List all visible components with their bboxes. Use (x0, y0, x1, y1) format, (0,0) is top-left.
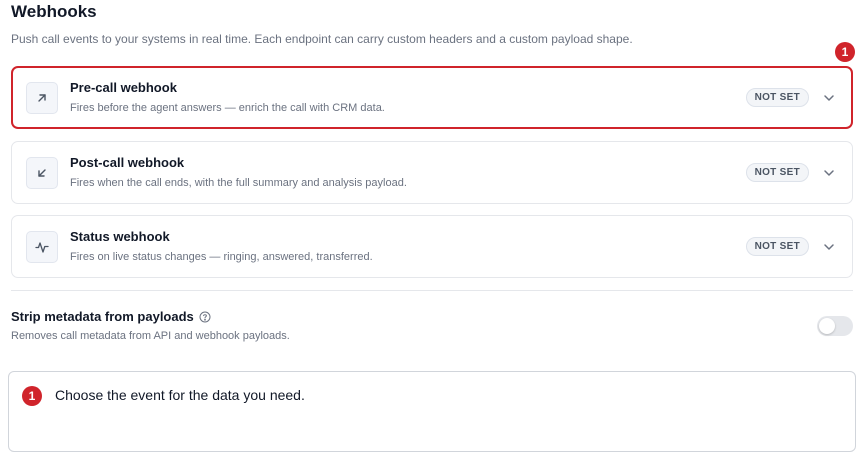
webhook-description: Fires when the call ends, with the full … (70, 177, 407, 189)
section-divider (11, 290, 853, 291)
annotation-callout: 1 Choose the event for the data you need… (8, 371, 856, 452)
webhook-title: Pre-call webhook (70, 80, 177, 95)
status-badge: NOT SET (745, 237, 809, 256)
status-badge: NOT SET (745, 88, 809, 107)
page-subtitle: Push call events to your systems in real… (11, 32, 633, 46)
arrow-down-left-icon (26, 157, 58, 189)
strip-metadata-label: Strip metadata from payloads (11, 309, 194, 324)
strip-metadata-heading: Strip metadata from payloads (11, 309, 211, 324)
webhook-card-status[interactable]: Status webhook Fires on live status chan… (11, 215, 853, 278)
webhook-description: Fires on live status changes — ringing, … (70, 251, 373, 263)
arrow-up-right-icon (26, 82, 58, 114)
page-title: Webhooks (11, 2, 97, 21)
webhook-card-post-call[interactable]: Post-call webhook Fires when the call en… (11, 141, 853, 204)
chevron-down-icon[interactable] (822, 166, 836, 180)
status-badge: NOT SET (745, 163, 809, 182)
activity-icon (26, 231, 58, 263)
annotation-marker: 1 (22, 386, 42, 406)
annotation-text: Choose the event for the data you need. (55, 387, 305, 403)
toggle-knob (819, 318, 835, 334)
help-icon[interactable] (199, 311, 211, 323)
chevron-down-icon[interactable] (822, 240, 836, 254)
strip-metadata-toggle[interactable] (817, 316, 853, 336)
webhook-title: Post-call webhook (70, 155, 185, 170)
strip-metadata-description: Removes call metadata from API and webho… (11, 330, 290, 342)
annotation-marker: 1 (835, 42, 855, 62)
chevron-down-icon[interactable] (822, 91, 836, 105)
webhook-title: Status webhook (70, 229, 170, 244)
webhook-card-pre-call[interactable]: Pre-call webhook Fires before the agent … (11, 66, 853, 129)
webhook-description: Fires before the agent answers — enrich … (70, 102, 385, 114)
